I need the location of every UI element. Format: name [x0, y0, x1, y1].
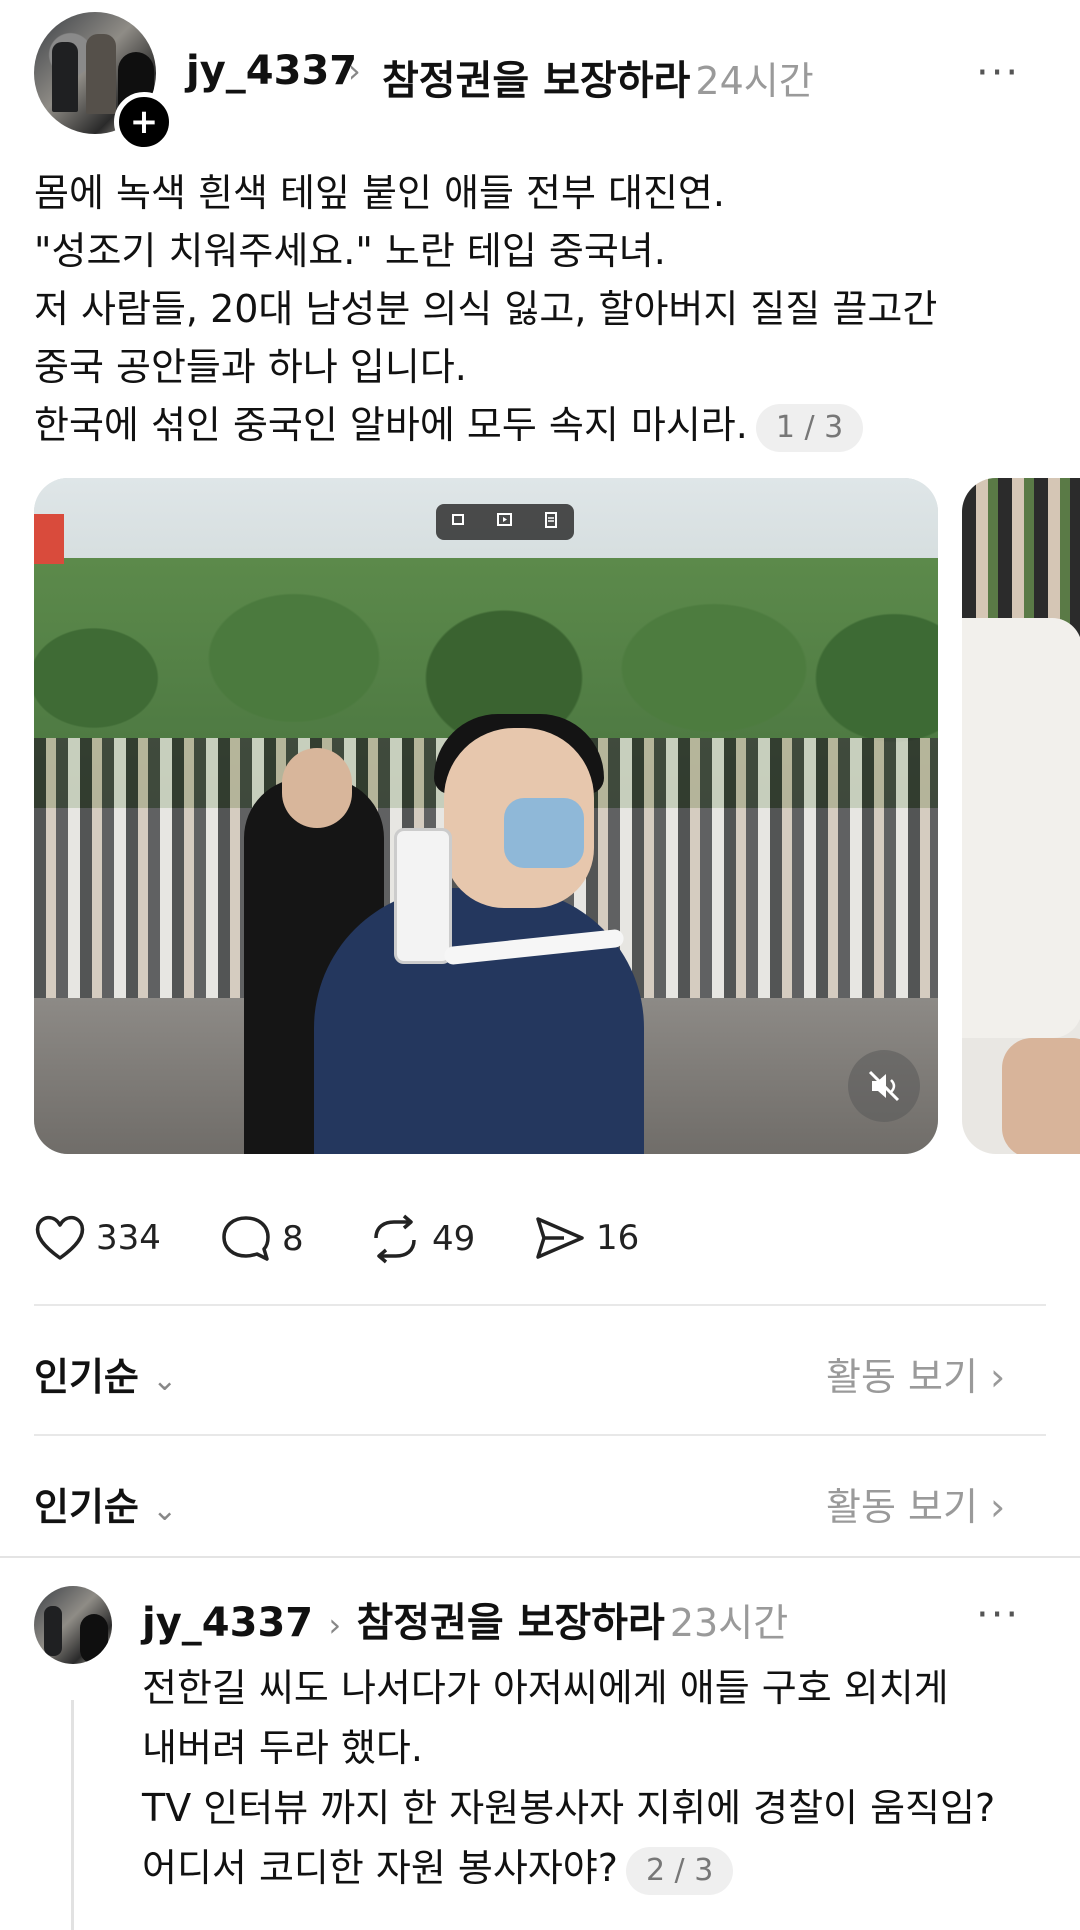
media-toolbar[interactable] [436, 504, 574, 540]
post-time: 24시간 [695, 59, 814, 103]
like-count: 334 [96, 1218, 161, 1258]
like-button[interactable]: 334 [34, 1214, 161, 1262]
repost-button[interactable]: 49 [368, 1214, 475, 1264]
post-line: 몸에 녹색 흰색 테잎 붙인 애들 전부 대진연. [34, 171, 725, 215]
chevron-down-icon: ⌄ [152, 1363, 178, 1398]
chevron-right-icon: › [318, 1606, 352, 1644]
sort-label: 인기순 [34, 1485, 139, 1529]
heart-icon [35, 1215, 85, 1260]
post-line: "성조기 치워주세요." 노란 테입 중국녀. [34, 229, 666, 273]
reply-author-avatar[interactable] [34, 1586, 112, 1664]
view-activity-link[interactable]: 활동 보기 › [826, 1476, 1005, 1531]
chevron-down-icon: ⌄ [152, 1493, 178, 1528]
repost-icon [374, 1214, 416, 1264]
crop-icon[interactable] [450, 511, 468, 534]
post-line: 저 사람들, 20대 남성분 의식 잃고, 할아버지 질질 끌고간 [34, 287, 938, 331]
post-body: 몸에 녹색 흰색 테잎 붙인 애들 전부 대진연. "성조기 치워주세요." 노… [34, 164, 1034, 454]
post-topic[interactable]: 참정권을 보장하라 [382, 58, 690, 104]
sort-label: 인기순 [34, 1355, 139, 1399]
reply-topic[interactable]: 참정권을 보장하라 [356, 1600, 664, 1646]
divider [34, 1434, 1046, 1436]
send-icon [536, 1217, 584, 1259]
comment-icon [222, 1216, 270, 1261]
post-username[interactable]: jy_4337 [186, 48, 357, 94]
reply-line: TV 인터뷰 까지 한 자원봉사자 지휘에 경찰이 움직임? [142, 1786, 996, 1830]
thread-counter-badge: 1 / 3 [755, 403, 864, 452]
muted-speaker-icon[interactable] [848, 1050, 920, 1122]
reply-time: 23시간 [669, 1601, 789, 1645]
thread-line [71, 1700, 74, 1930]
next-media-preview[interactable] [962, 478, 1080, 1154]
reply-username[interactable]: jy_4337 [142, 1600, 313, 1646]
reply-body: 전한길 씨도 나서다가 아저씨에게 애들 구호 외치게 내버려 두라 했다. T… [142, 1658, 1042, 1898]
thread-counter-badge: 2 / 3 [625, 1846, 734, 1895]
share-count: 16 [596, 1218, 640, 1258]
comment-count: 8 [282, 1219, 304, 1259]
reply-line: 전한길 씨도 나서다가 아저씨에게 애들 구호 외치게 [142, 1666, 949, 1710]
chevron-right-icon: › [990, 1485, 1006, 1529]
post-line: 한국에 섞인 중국인 알바에 모두 속지 마시라. [34, 403, 748, 447]
sort-dropdown[interactable]: 인기순 ⌄ [34, 1346, 177, 1401]
more-options-icon[interactable]: ··· [976, 1592, 1020, 1638]
view-activity-link[interactable]: 활동 보기 › [826, 1346, 1005, 1401]
post-video[interactable] [34, 478, 938, 1154]
section-divider [0, 1556, 1080, 1558]
chevron-right-icon: › [348, 52, 361, 90]
comment-button[interactable]: 8 [220, 1214, 304, 1264]
chevron-right-icon: › [990, 1355, 1006, 1399]
reply-line: 내버려 두라 했다. [142, 1726, 423, 1770]
divider [34, 1304, 1046, 1306]
more-options-icon[interactable]: ··· [976, 50, 1020, 96]
play-icon[interactable] [496, 511, 514, 534]
share-button[interactable]: 16 [534, 1214, 639, 1262]
post-line: 중국 공안들과 하나 입니다. [34, 345, 467, 389]
sort-dropdown[interactable]: 인기순 ⌄ [34, 1476, 177, 1531]
document-icon[interactable] [542, 511, 560, 534]
reply-line: 어디서 코디한 자원 봉사자야? [142, 1846, 618, 1890]
repost-count: 49 [432, 1219, 476, 1259]
follow-plus-icon[interactable]: + [114, 92, 174, 152]
